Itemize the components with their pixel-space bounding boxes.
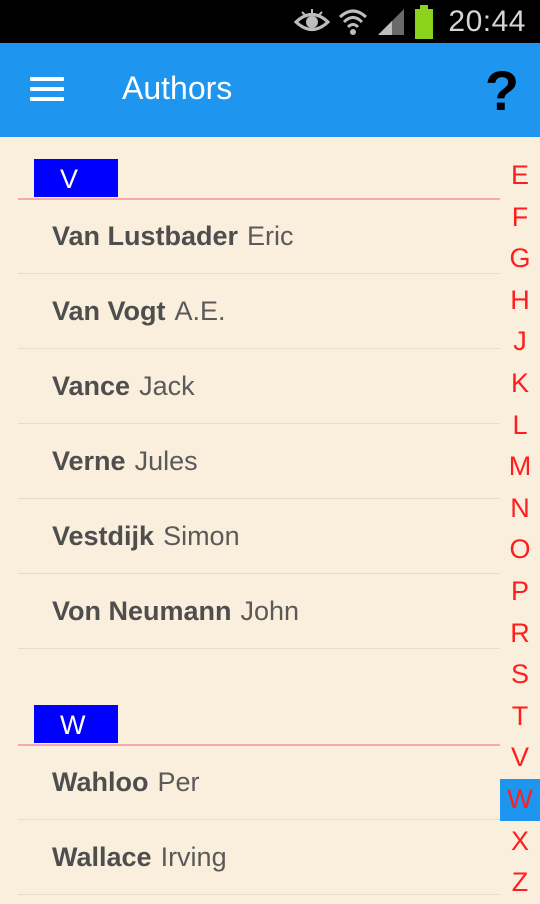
- section-letter: V: [34, 159, 118, 197]
- author-name: Van Lustbader Eric: [52, 221, 294, 252]
- status-icons: 20:44: [294, 0, 526, 43]
- signal-icon: [378, 8, 405, 35]
- author-name: Wallace Irving: [52, 842, 227, 873]
- author-first-name: Irving: [160, 842, 227, 872]
- author-first-name: Eric: [247, 221, 294, 251]
- author-name: Wahloo Per: [52, 767, 200, 798]
- index-letter-m[interactable]: M: [500, 446, 540, 488]
- index-letter-h[interactable]: H: [500, 280, 540, 322]
- author-last-name: Van Lustbader: [52, 221, 239, 251]
- author-last-name: Vance: [52, 371, 131, 401]
- author-first-name: Jack: [139, 371, 195, 401]
- menu-icon[interactable]: [30, 77, 64, 101]
- author-first-name: Per: [157, 767, 200, 797]
- eye-icon: [294, 8, 331, 31]
- author-row[interactable]: Von Neumann John: [18, 574, 500, 649]
- index-letter-e[interactable]: E: [500, 155, 540, 197]
- help-icon[interactable]: ?: [482, 63, 522, 119]
- alphabet-index[interactable]: EFGHJKLMNOPRSTVWXZ: [500, 155, 540, 904]
- index-letter-z[interactable]: Z: [500, 862, 540, 904]
- battery-icon: [415, 4, 434, 39]
- index-letter-g[interactable]: G: [500, 238, 540, 280]
- index-letter-l[interactable]: L: [500, 405, 540, 447]
- index-letter-w[interactable]: W: [500, 778, 540, 821]
- author-name: Verne Jules: [52, 446, 198, 477]
- author-last-name: Verne: [52, 446, 126, 476]
- index-letter-o[interactable]: O: [500, 529, 540, 571]
- index-letter-v[interactable]: V: [500, 737, 540, 779]
- index-letter-t[interactable]: T: [500, 696, 540, 738]
- author-first-name: Simon: [163, 521, 240, 551]
- author-row[interactable]: Van Lustbader Eric: [18, 199, 500, 274]
- author-row[interactable]: Verne Jules: [18, 424, 500, 499]
- author-last-name: Van Vogt: [52, 296, 166, 326]
- author-last-name: Wallace: [52, 842, 152, 872]
- author-name: Van Vogt A.E.: [52, 296, 226, 327]
- wifi-icon: [339, 9, 368, 35]
- author-last-name: Von Neumann: [52, 596, 232, 626]
- page-title: Authors: [122, 70, 233, 106]
- section-header: V: [0, 137, 500, 200]
- author-row[interactable]: Wallace Irving: [18, 820, 500, 895]
- section-letter: W: [34, 705, 118, 743]
- author-row[interactable]: Van Vogt A.E.: [18, 274, 500, 349]
- author-row[interactable]: Vestdijk Simon: [18, 499, 500, 574]
- author-last-name: Vestdijk: [52, 521, 155, 551]
- author-first-name: Jules: [134, 446, 198, 476]
- index-letter-x[interactable]: X: [500, 821, 540, 863]
- author-first-name: John: [240, 596, 300, 626]
- author-last-name: Wahloo: [52, 767, 149, 797]
- index-letter-p[interactable]: P: [500, 571, 540, 613]
- index-letter-k[interactable]: K: [500, 363, 540, 405]
- author-row[interactable]: Vance Jack: [18, 349, 500, 424]
- author-name: Vestdijk Simon: [52, 521, 240, 552]
- author-name: Von Neumann John: [52, 596, 299, 627]
- index-letter-j[interactable]: J: [500, 321, 540, 363]
- author-first-name: A.E.: [174, 296, 226, 326]
- author-row[interactable]: Wahloo Per: [18, 745, 500, 820]
- section-header: W: [0, 683, 500, 746]
- status-bar: 20:44: [0, 0, 540, 43]
- author-name: Vance Jack: [52, 371, 195, 402]
- index-letter-f[interactable]: F: [500, 197, 540, 239]
- index-letter-r[interactable]: R: [500, 613, 540, 655]
- index-letter-s[interactable]: S: [500, 654, 540, 696]
- app-bar: Authors ?: [0, 43, 540, 137]
- status-time: 20:44: [448, 4, 526, 38]
- author-list[interactable]: V Van Lustbader Eric Van Vogt A.E. Vance Jack V…: [0, 137, 500, 895]
- index-letter-n[interactable]: N: [500, 488, 540, 530]
